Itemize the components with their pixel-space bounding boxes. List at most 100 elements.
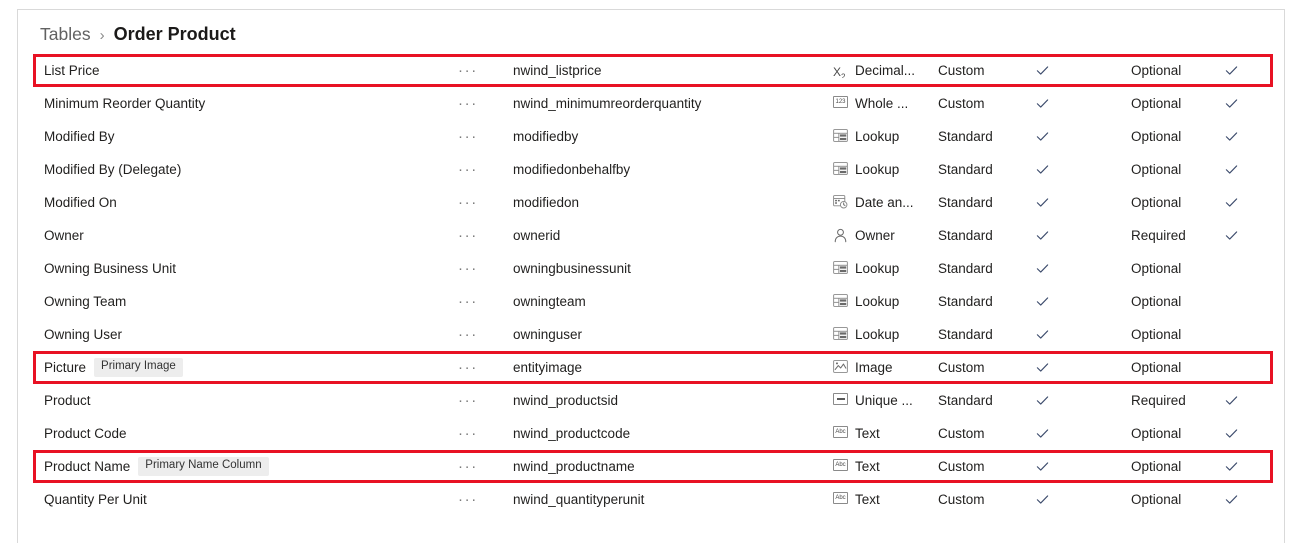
column-customizable-cell [1224,129,1274,144]
column-logical-name-cell: nwind_productsid [513,392,833,410]
column-data-type: Text [855,459,880,474]
table-row[interactable]: Owning Business Unit ··· owningbusinessuni… [18,252,1284,285]
table-row[interactable]: Owner ··· ownerid Owner Standard Required [18,219,1284,252]
row-more-actions-button[interactable]: ··· [458,195,513,210]
column-display-name: Picture [44,360,87,375]
column-requirement-cell: Optional [1131,491,1224,509]
column-origin: Standard [938,194,993,210]
row-more-actions-button[interactable]: ··· [458,360,513,375]
column-display-name: Owning Team [44,294,127,309]
table-row[interactable]: Modified By (Delegate) ··· modifiedonbehal… [18,153,1284,186]
column-logical-name: nwind_listprice [513,62,602,78]
table-row[interactable]: Minimum Reorder Quantity ··· nwind_minimum… [18,87,1284,120]
column-data-type-cell: Lookup [833,261,938,276]
column-origin-cell: Standard [938,227,1035,245]
table-row[interactable]: Product Code ··· nwind_productcode Abc Text C… [18,417,1284,450]
table-row[interactable]: Owning Team ··· owningteam Lookup Standard Op… [18,285,1284,318]
table-row[interactable]: List Price ··· nwind_listprice X2 Decimal...… [18,54,1284,87]
column-customizable-cell [1224,96,1274,111]
column-origin: Standard [938,326,993,342]
column-display-name-cell[interactable]: Product Name Primary Name Column [18,457,458,476]
column-logical-name-cell: owningteam [513,293,833,311]
column-data-type-cell: X2 Decimal... [833,63,938,78]
column-display-name-cell[interactable]: Owning User [18,327,458,342]
column-display-name-cell[interactable]: Product [18,393,458,408]
column-searchable-cell [1035,393,1131,408]
columns-grid: List Price ··· nwind_listprice X2 Decimal...… [18,54,1284,516]
text-icon: Abc [833,492,850,507]
column-display-name-cell[interactable]: Owning Business Unit [18,261,458,276]
column-origin-cell: Standard [938,194,1035,212]
column-display-name-cell[interactable]: Modified By [18,129,458,144]
column-origin: Custom [938,491,985,507]
row-more-actions-button[interactable]: ··· [458,459,513,474]
column-customizable-cell [1224,162,1274,177]
column-requirement: Optional [1131,458,1182,474]
table-row[interactable]: Product Name Primary Name Column ··· nwind_… [18,450,1284,483]
more-ellipsis-icon: ··· [458,391,478,409]
more-ellipsis-icon: ··· [458,259,478,277]
column-display-name-cell[interactable]: Quantity Per Unit [18,492,458,507]
column-display-name: Product Code [44,426,127,441]
column-data-type: Owner [855,228,895,243]
column-searchable-cell [1035,294,1131,309]
row-more-actions-button[interactable]: ··· [458,259,513,277]
row-more-actions-button[interactable]: ··· [458,63,513,78]
column-display-name-cell[interactable]: Modified On [18,195,458,210]
table-row[interactable]: Picture Primary Image ··· entityimage Image C… [18,351,1284,384]
row-more-actions-button[interactable]: ··· [458,327,513,342]
check-icon [1035,426,1050,441]
check-icon [1035,459,1050,474]
column-requirement: Optional [1131,95,1182,111]
column-searchable-cell [1035,63,1131,78]
column-customizable-cell [1224,228,1274,243]
column-logical-name-cell: modifiedonbehalfby [513,161,833,179]
column-display-name-cell[interactable]: Picture Primary Image [18,358,458,377]
column-display-name-cell[interactable]: List Price [18,63,458,78]
check-icon [1035,63,1050,78]
lookup-icon [833,129,850,144]
row-more-actions-button[interactable]: ··· [458,129,513,144]
row-more-actions-button[interactable]: ··· [458,228,513,243]
app-page: Tables › Order Product List Price ··· nwin… [0,0,1302,543]
column-requirement-cell: Optional [1131,62,1224,80]
column-logical-name: owningbusinessunit [513,260,631,276]
column-searchable-cell [1035,228,1131,243]
check-icon [1035,96,1050,111]
row-more-actions-button[interactable]: ··· [458,294,513,309]
column-display-name-cell[interactable]: Owner [18,228,458,243]
table-row[interactable]: Modified By ··· modifiedby Lookup Standard Op… [18,120,1284,153]
column-display-name-cell[interactable]: Minimum Reorder Quantity [18,96,458,111]
column-data-type: Decimal... [855,63,916,78]
column-display-name: List Price [44,63,100,78]
row-more-actions-button[interactable]: ··· [458,96,513,111]
column-data-type: Unique ... [855,393,913,408]
column-customizable-cell [1224,63,1274,78]
column-display-name-cell[interactable]: Owning Team [18,294,458,309]
table-row[interactable]: Owning User ··· owninguser Lookup Standard Op… [18,318,1284,351]
column-customizable-cell [1224,426,1274,441]
column-data-type: Whole ... [855,96,909,111]
column-display-name-cell[interactable]: Product Code [18,426,458,441]
row-more-actions-button[interactable]: ··· [458,391,513,409]
column-requirement: Optional [1131,194,1182,210]
column-searchable-cell [1035,426,1131,441]
table-row[interactable]: Product ··· nwind_productsid Unique ... Stan… [18,384,1284,417]
breadcrumb-tables-link[interactable]: Tables [40,24,91,45]
column-data-type-cell: Abc Text [833,459,938,474]
check-icon [1224,129,1239,144]
column-data-type: Lookup [855,294,900,309]
column-display-name: Minimum Reorder Quantity [44,96,206,111]
column-logical-name-cell: owningbusinessunit [513,260,833,278]
lookup-icon [833,327,850,342]
table-row[interactable]: Modified On ··· modifiedon Date an... Standa… [18,186,1284,219]
column-logical-name: owningteam [513,293,586,309]
column-requirement-cell: Required [1131,392,1224,410]
column-logical-name-cell: nwind_productcode [513,425,833,443]
row-more-actions-button[interactable]: ··· [458,426,513,441]
column-display-name-cell[interactable]: Modified By (Delegate) [18,162,458,177]
row-more-actions-button[interactable]: ··· [458,492,513,507]
row-more-actions-button[interactable]: ··· [458,162,513,177]
check-icon [1224,426,1239,441]
table-row[interactable]: Quantity Per Unit ··· nwind_quantityperuni… [18,483,1284,516]
